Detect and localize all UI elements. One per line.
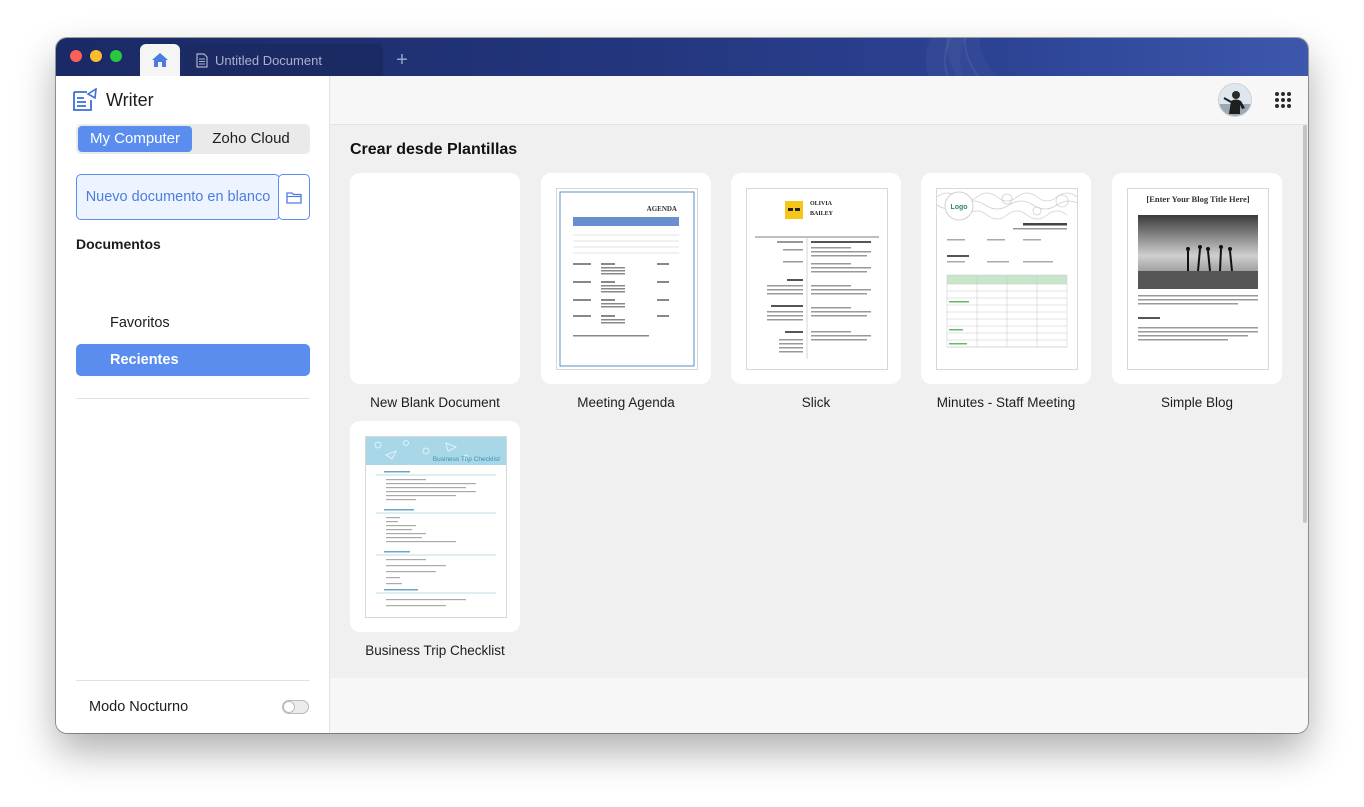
app-window: Untitled Document + Writer My Computer Z… <box>56 38 1308 733</box>
tab-zoho-cloud[interactable]: Zoho Cloud <box>194 126 308 152</box>
tab-my-computer[interactable]: My Computer <box>78 126 192 152</box>
template-thumbnail: [Enter Your Blog Title Here] <box>1127 188 1269 370</box>
minutes-thumb-logo: Logo <box>950 204 967 211</box>
template-label: Meeting Agenda <box>577 395 675 410</box>
sidebar-item-label: Recientes <box>110 352 179 368</box>
template-label: Minutes - Staff Meeting <box>936 395 1076 410</box>
slick-thumb-name: OLIVIA <box>810 201 833 207</box>
slick-thumb-name: BAILEY <box>810 211 834 217</box>
template-label: New Blank Document <box>370 395 500 410</box>
sidebar-item-label: Favoritos <box>110 315 170 331</box>
template-thumbnail: Logo <box>936 188 1078 370</box>
template-thumbnail: AGENDA <box>556 188 698 370</box>
tab-untitled-document[interactable]: Untitled Document <box>184 44 383 76</box>
open-file-button[interactable] <box>278 174 310 220</box>
page-title: Crear desde Plantillas <box>350 141 518 158</box>
title-bar: Untitled Document + <box>56 38 1308 76</box>
divider <box>76 398 310 399</box>
sidebar-item-recent[interactable]: Recientes <box>76 344 310 376</box>
storage-switcher: My Computer Zoho Cloud <box>76 124 310 154</box>
divider <box>76 680 310 681</box>
template-label: Slick <box>801 395 831 410</box>
writer-logo-icon <box>73 88 97 111</box>
home-icon <box>152 53 168 67</box>
template-card-meeting-agenda[interactable]: AGENDA <box>541 173 711 384</box>
documents-section-title: Documentos <box>76 236 161 252</box>
template-label: Simple Blog <box>1160 395 1234 410</box>
maximize-window-button[interactable] <box>110 50 122 62</box>
agenda-thumb-title: AGENDA <box>647 205 677 213</box>
template-thumbnail: OLIVIA BAILEY <box>746 188 888 370</box>
minimize-window-button[interactable] <box>90 50 102 62</box>
tab-label: Untitled Document <box>215 52 322 68</box>
main-footer-area <box>330 678 1308 733</box>
app-name: Writer <box>106 89 154 110</box>
night-mode-toggle[interactable] <box>282 700 309 714</box>
trip-thumb-title: Business Trip Checklist <box>433 456 500 463</box>
sidebar: Writer My Computer Zoho Cloud Nuevo docu… <box>56 76 330 733</box>
night-mode-label: Modo Nocturno <box>89 699 189 715</box>
template-card-minutes-staff-meeting[interactable]: Logo <box>921 173 1091 384</box>
tab-home[interactable] <box>140 44 180 76</box>
app-grid-icon[interactable] <box>1275 92 1291 108</box>
template-label: Business Trip Checklist <box>365 643 505 658</box>
templates-panel: Crear desde Plantillas New Blank Documen… <box>330 125 1302 678</box>
new-tab-button[interactable]: + <box>390 48 414 72</box>
blog-thumb-title: [Enter Your Blog Title Here] <box>1146 194 1249 204</box>
template-card-new-blank-document[interactable] <box>350 173 520 384</box>
template-thumbnail: Business Trip Checklist <box>365 436 507 618</box>
new-blank-document-button[interactable]: Nuevo documento en blanco <box>76 174 280 220</box>
scrollbar-thumb[interactable] <box>1303 125 1307 523</box>
brand: Writer <box>72 88 154 112</box>
sidebar-item-favorites[interactable]: Favoritos <box>76 307 310 339</box>
template-card-simple-blog[interactable]: [Enter Your Blog Title Here] <box>1112 173 1282 384</box>
top-bar <box>330 76 1308 125</box>
avatar[interactable] <box>1218 83 1252 117</box>
template-card-business-trip-checklist[interactable]: Business Trip Checklist <box>350 421 520 632</box>
template-card-slick[interactable]: OLIVIA BAILEY <box>731 173 901 384</box>
close-window-button[interactable] <box>70 50 82 62</box>
scrollbar[interactable] <box>1302 125 1308 678</box>
document-icon <box>196 52 208 68</box>
folder-icon <box>286 191 302 204</box>
